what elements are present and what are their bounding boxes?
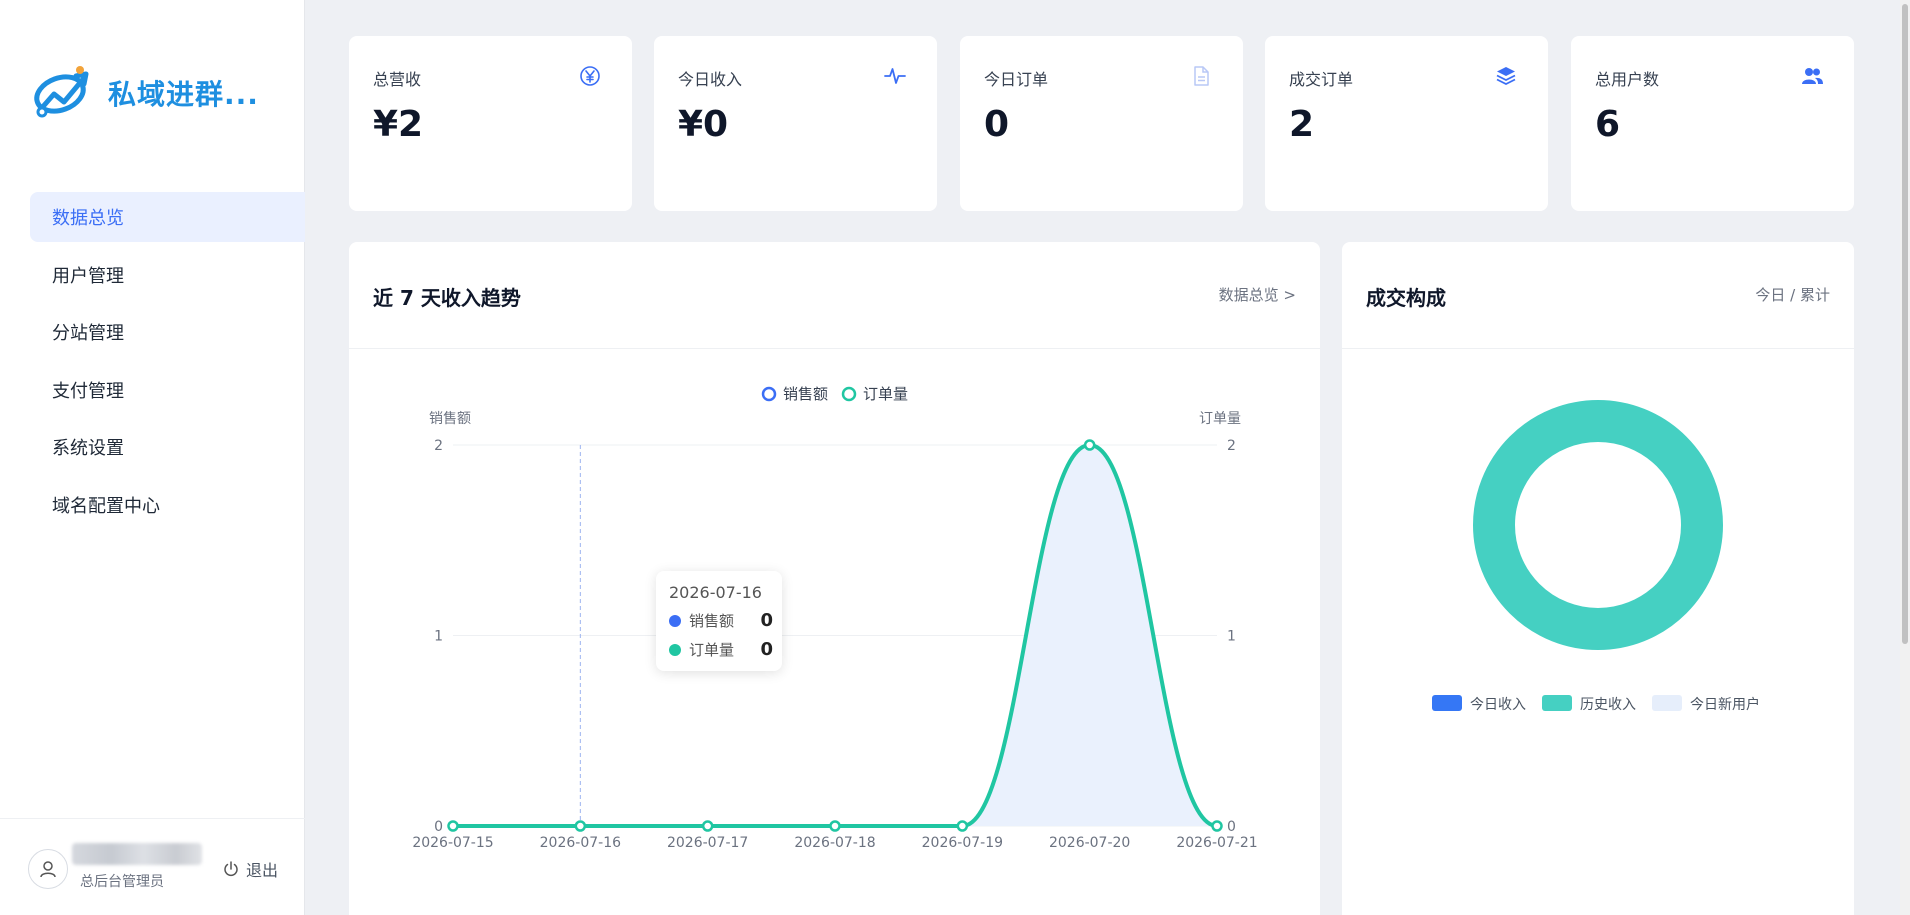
power-icon — [224, 861, 238, 877]
tooltip-row-sales: 销售额 0 — [669, 610, 773, 631]
tooltip-row-orders: 订单量 0 — [669, 639, 773, 660]
logout-label: 退出 — [246, 861, 279, 880]
data-point — [829, 820, 841, 832]
y-axis-title: 销售额 — [429, 411, 471, 427]
legend-marker — [761, 386, 777, 402]
data-point — [1211, 820, 1223, 832]
legend-swatch — [1432, 695, 1462, 711]
data-point — [1083, 439, 1096, 451]
series-dot — [669, 643, 681, 656]
tooltip-series-value: 0 — [760, 610, 773, 631]
legend-label: 销售额 — [783, 385, 828, 403]
stat-card-today-income: 今日收入 ¥0 — [654, 36, 937, 211]
stat-value: ¥0 — [678, 104, 729, 145]
panel-title: 近 7 天收入趋势 — [373, 286, 521, 310]
panel-header: 成交构成 今日 / 累计 — [1342, 242, 1854, 349]
user-name-redacted — [72, 843, 202, 865]
layers-icon — [1496, 67, 1516, 86]
y-tick-label: 0 — [434, 819, 443, 835]
deal-composition-panel: 成交构成 今日 / 累计 今日收入 历史收入 今日新用户 — [1342, 242, 1854, 915]
stat-value: 6 — [1595, 104, 1621, 145]
x-tick-label: 2026-07-20 — [1049, 835, 1130, 851]
data-point — [956, 820, 969, 832]
scrollbar-thumb[interactable] — [1902, 4, 1908, 644]
stat-card-closed-orders: 成交订单 2 — [1265, 36, 1548, 211]
tooltip-series-name: 销售额 — [689, 612, 735, 630]
user-block: 总后台管理员 退出 — [0, 818, 305, 915]
page-scrollbar[interactable] — [1900, 0, 1910, 915]
data-point — [574, 820, 587, 832]
y-tick-label: 2 — [434, 438, 443, 454]
avatar[interactable] — [28, 849, 68, 889]
legend-label: 今日新用户 — [1690, 696, 1760, 713]
revenue-trend-chart: 0 01 12 2销售额 订单量销售额 订单量2026-07-15 2026-07-16 20… — [412, 385, 1257, 851]
stat-label: 今日收入 — [678, 70, 743, 89]
panel-header: 近 7 天收入趋势 数据总览 > — [349, 242, 1320, 349]
tooltip-series-value: 0 — [760, 639, 773, 660]
app-logo[interactable]: 私域进群... — [32, 64, 259, 122]
legend-label: 今日收入 — [1470, 697, 1526, 713]
revenue-trend-panel: 近 7 天收入趋势 数据总览 > 0 0 1 1 2 2 销售额 订单量 销售额 订单量 2026-… — [349, 242, 1320, 915]
logo-icon — [34, 66, 89, 118]
y2-tick-label: 1 — [1227, 629, 1236, 645]
user-icon — [40, 861, 56, 878]
series-dot — [669, 614, 681, 627]
chart-tooltip: 2026-07-16 销售额 0 订单量 0 — [656, 571, 782, 671]
stat-label: 总用户数 — [1595, 70, 1660, 89]
users-icon — [1802, 68, 1823, 84]
document-icon — [1194, 66, 1209, 86]
y-tick-label: 1 — [434, 629, 443, 645]
legend-label: 历史收入 — [1580, 697, 1636, 713]
stat-card-today-orders: 今日订单 0 — [960, 36, 1243, 211]
data-point — [447, 820, 459, 832]
stat-value: ¥2 — [373, 104, 424, 145]
x-tick-label: 2026-07-19 — [922, 835, 1003, 851]
legend-swatch — [1542, 695, 1572, 711]
user-role: 总后台管理员 — [80, 874, 164, 890]
tooltip-date: 2026-07-16 — [669, 583, 762, 602]
donut-slice — [1473, 400, 1723, 650]
stat-value: 0 — [984, 104, 1010, 145]
sidebar-item-users[interactable]: 用户管理 — [30, 250, 305, 300]
x-tick-label: 2026-07-16 — [540, 835, 621, 851]
stat-value: 2 — [1289, 104, 1315, 145]
legend-swatch — [1652, 695, 1682, 711]
tooltip-series-name: 订单量 — [689, 641, 735, 659]
today-total-toggle[interactable]: 今日 / 累计 — [1755, 284, 1830, 305]
x-tick-label: 2026-07-18 — [794, 835, 875, 851]
sidebar-item-substations[interactable]: 分站管理 — [30, 307, 305, 357]
deal-composition-chart: 今日收入 历史收入 今日新用户 — [1432, 400, 1760, 713]
sidebar-item-payments[interactable]: 支付管理 — [30, 365, 305, 415]
data-point — [701, 820, 714, 832]
overview-link[interactable]: 数据总览 > — [1219, 284, 1296, 305]
y2-axis-title: 订单量 — [1199, 411, 1241, 427]
stat-label: 总营收 — [373, 70, 422, 89]
x-tick-label: 2026-07-17 — [667, 835, 748, 851]
y2-tick-label: 2 — [1227, 438, 1236, 454]
stat-label: 今日订单 — [984, 70, 1049, 89]
x-tick-label: 2026-07-15 — [412, 835, 493, 851]
x-tick-label: 2026-07-21 — [1176, 835, 1257, 851]
sidebar-nav: 数据总览 用户管理 分站管理 支付管理 系统设置 域名配置中心 — [30, 192, 305, 537]
sidebar: 私域进群... 数据总览 用户管理 分站管理 支付管理 系统设置 域名配置中心 … — [0, 0, 305, 915]
sidebar-item-settings[interactable]: 系统设置 — [30, 422, 305, 472]
stat-label: 成交订单 — [1289, 70, 1354, 89]
sidebar-item-domains[interactable]: 域名配置中心 — [30, 480, 305, 530]
app-title: 私域进群... — [108, 78, 259, 111]
legend-marker — [841, 386, 857, 402]
yen-icon — [580, 66, 600, 86]
pulse-icon — [884, 68, 906, 84]
logout-button[interactable]: 退出 — [222, 857, 278, 881]
stat-card-total-users: 总用户数 6 — [1571, 36, 1854, 211]
sidebar-item-dashboard[interactable]: 数据总览 — [30, 192, 305, 242]
panel-title: 成交构成 — [1366, 286, 1446, 310]
y2-tick-label: 0 — [1227, 819, 1236, 835]
stat-card-total-revenue: 总营收 ¥2 — [349, 36, 632, 211]
legend-label: 订单量 — [863, 385, 908, 403]
